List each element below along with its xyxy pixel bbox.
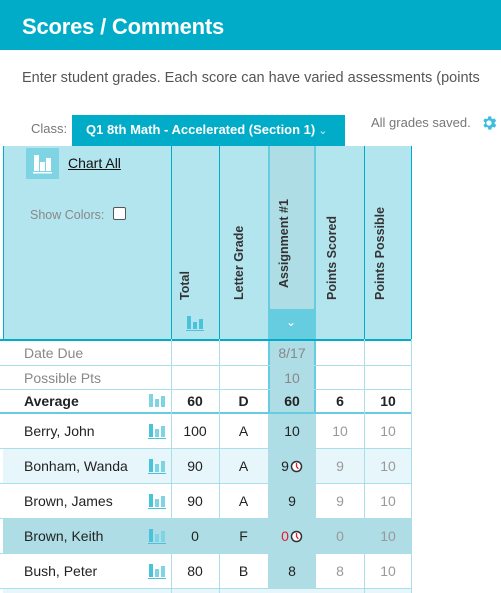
student-total: 90	[187, 458, 203, 474]
assignment-score-cell[interactable]: 0	[268, 519, 316, 553]
chevron-down-icon: ⌄	[286, 315, 297, 329]
row-label: Date Due	[24, 345, 84, 361]
column-header-assignment-1[interactable]: Assignment #1	[277, 199, 291, 288]
class-select-value: Q1 8th Math - Accelerated (Section 1)	[86, 122, 316, 137]
student-name[interactable]: Brown, Keith	[0, 519, 150, 553]
student-points-possible: 10	[380, 493, 396, 509]
show-colors-checkbox[interactable]	[113, 207, 126, 220]
save-status: All grades saved.	[371, 115, 471, 130]
student-row: Bush, Peter 80 B 8 8 10	[3, 554, 412, 588]
assignment-date-due: 8/17	[278, 345, 306, 361]
student-row: Brown, James 90 A 9 9 10	[3, 484, 412, 518]
average-chart-icon[interactable]	[148, 393, 166, 409]
student-points-scored: 9	[336, 458, 344, 474]
student-letter-grade: A	[238, 423, 249, 439]
student-letter-grade: A	[238, 458, 249, 474]
class-select[interactable]: Q1 8th Math - Accelerated (Section 1) ⌄	[72, 115, 345, 146]
student-points-scored: 9	[336, 493, 344, 509]
student-row: Bonham, Wanda 90 A 9 9 10	[3, 449, 412, 483]
average-letter: D	[238, 393, 249, 409]
assignment-score: 0	[281, 528, 289, 544]
student-chart-icon[interactable]	[148, 563, 166, 579]
column-header-points-scored: Points Scored	[325, 215, 339, 300]
student-row: Berry, John 100 A 10 10 10	[3, 414, 412, 448]
student-row: Brown, Keith 0 F 0 0 10	[3, 519, 412, 553]
column-header-letter-grade: Letter Grade	[232, 225, 246, 300]
date-due-row: Date Due 8/17	[0, 341, 412, 365]
column-header-points-possible: Points Possible	[373, 206, 387, 300]
average-total: 60	[187, 393, 203, 409]
chevron-down-icon: ⌄	[318, 125, 328, 137]
student-points-scored: 8	[336, 563, 344, 579]
student-chart-icon[interactable]	[148, 493, 166, 509]
assignment-score: 8	[288, 563, 296, 579]
assignment-score: 10	[284, 423, 300, 439]
average-assignment: 60	[284, 393, 300, 409]
page-header: Scores / Comments	[0, 0, 501, 50]
show-colors-label: Show Colors:	[30, 208, 105, 222]
student-points-possible: 10	[380, 528, 396, 544]
student-letter-grade: A	[238, 493, 249, 509]
late-clock-icon[interactable]	[290, 530, 303, 543]
assignment-score-cell[interactable]: 9	[268, 484, 316, 518]
possible-pts-row: Possible Pts 10	[0, 366, 412, 389]
student-name[interactable]: Bonham, Wanda	[0, 449, 150, 483]
student-points-possible: 10	[380, 423, 396, 439]
average-row: Average 60 D 60 6 10	[0, 390, 412, 412]
assignment-score-cell[interactable]: 8	[268, 554, 316, 588]
bar-chart-icon	[33, 155, 52, 174]
student-total: 90	[187, 493, 203, 509]
class-label: Class:	[31, 121, 68, 136]
intro-text: Enter student grades. Each score can hav…	[22, 70, 480, 86]
average-scored: 6	[336, 393, 344, 409]
chart-all-button[interactable]	[26, 148, 59, 179]
student-points-possible: 10	[380, 563, 396, 579]
row-label: Possible Pts	[24, 369, 102, 386]
student-row-partial	[3, 589, 412, 593]
student-letter-grade: F	[239, 528, 248, 544]
assignment-score-cell[interactable]: 9	[268, 449, 316, 483]
average-possible: 10	[380, 393, 396, 409]
student-chart-icon[interactable]	[148, 528, 166, 544]
student-points-possible: 10	[380, 458, 396, 474]
student-chart-icon[interactable]	[148, 423, 166, 439]
assignment-menu-button[interactable]: ⌄	[268, 309, 316, 339]
chart-all-link[interactable]: Chart All	[68, 155, 121, 171]
student-total: 0	[191, 528, 199, 544]
student-name[interactable]: Bush, Peter	[0, 554, 150, 588]
assignment-score: 9	[281, 458, 289, 474]
student-letter-grade: B	[238, 563, 249, 579]
assignment-score-cell[interactable]: 10	[268, 414, 316, 448]
total-chart-icon[interactable]	[186, 315, 204, 331]
student-points-scored: 0	[336, 528, 344, 544]
student-chart-icon[interactable]	[148, 458, 166, 474]
student-name[interactable]: Brown, James	[0, 484, 150, 518]
assignment-score: 9	[288, 493, 296, 509]
gear-icon[interactable]	[480, 114, 498, 132]
student-total: 80	[187, 563, 203, 579]
student-name[interactable]: Berry, John	[0, 414, 150, 448]
assignment-possible-pts: 10	[284, 369, 300, 386]
student-points-scored: 10	[332, 423, 348, 439]
student-total: 100	[183, 423, 207, 439]
column-header-total: Total	[178, 271, 192, 300]
page-title: Scores / Comments	[22, 14, 225, 39]
late-clock-icon[interactable]	[290, 460, 303, 473]
row-label: Average	[24, 393, 79, 409]
